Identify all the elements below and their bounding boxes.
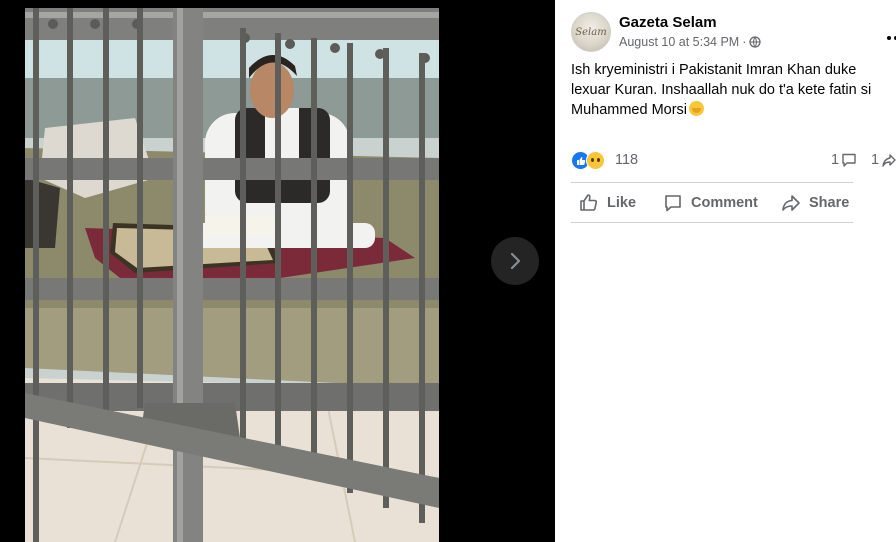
- comment-count-value: 1: [831, 152, 840, 168]
- share-label: Share: [809, 195, 850, 211]
- praying-hands-emoji: [689, 101, 705, 116]
- share-count[interactable]: 1: [871, 152, 896, 168]
- globe-icon: [749, 36, 762, 48]
- share-icon: [782, 195, 800, 211]
- sad-reaction-icon: [586, 151, 605, 170]
- post-header: Selam Gazeta Selam August 10 at 5:34 PM …: [571, 12, 896, 54]
- post-body: Ish kryeministri i Pakistanit Imran Khan…: [571, 62, 872, 118]
- divider: [571, 182, 853, 183]
- comment-bubble-icon: [842, 153, 856, 167]
- comment-label: Comment: [691, 195, 758, 211]
- more-dot-icon: [887, 36, 891, 40]
- comment-count[interactable]: 1: [831, 152, 857, 168]
- avatar-logo-text: Selam: [575, 26, 607, 38]
- next-photo-button[interactable]: [491, 237, 539, 285]
- post-text: Ish kryeministri i Pakistanit Imran Khan…: [571, 60, 881, 120]
- like-button[interactable]: Like: [579, 185, 636, 221]
- post-photo[interactable]: [25, 8, 439, 542]
- like-label: Like: [607, 195, 637, 211]
- avatar[interactable]: Selam: [571, 12, 611, 52]
- thumbs-up-icon: [580, 194, 598, 211]
- reaction-icons[interactable]: [571, 151, 611, 171]
- post-panel: Selam Gazeta Selam August 10 at 5:34 PM …: [555, 0, 896, 542]
- comment-icon: [665, 195, 681, 212]
- post-actions: Like Comment Share: [571, 184, 853, 222]
- share-count-value: 1: [871, 152, 880, 168]
- divider: [571, 222, 853, 223]
- more-options-button[interactable]: [887, 32, 896, 44]
- comment-button[interactable]: Comment: [663, 185, 758, 221]
- share-arrow-icon: [882, 154, 896, 167]
- chevron-right-icon: [510, 252, 521, 270]
- share-button[interactable]: Share: [781, 185, 849, 221]
- reaction-count[interactable]: 118: [615, 152, 638, 168]
- post-meta: August 10 at 5:34 PM ·: [619, 35, 762, 49]
- meta-separator: ·: [742, 35, 747, 49]
- post-timestamp[interactable]: August 10 at 5:34 PM: [619, 35, 739, 49]
- photo-viewer: [0, 0, 555, 542]
- reaction-stats: 118 1 1: [571, 150, 896, 172]
- author-name[interactable]: Gazeta Selam: [619, 14, 717, 31]
